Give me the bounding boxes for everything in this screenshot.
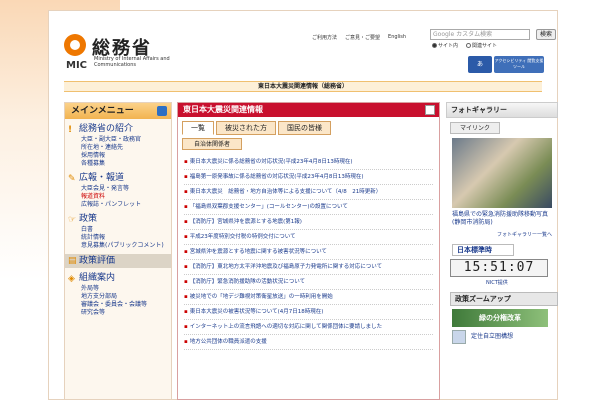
- list-item[interactable]: 東日本大震災 総務省・地方自治体等による支援について（4/8 21時更新）: [184, 185, 433, 200]
- feedback-link[interactable]: ご意見・ご要望: [345, 34, 380, 41]
- tab-public[interactable]: 国民の皆様: [278, 121, 331, 135]
- menu-link[interactable]: 白書: [79, 226, 171, 234]
- jst-header: 日本標準時: [452, 244, 514, 256]
- radio-on-icon: [432, 43, 437, 48]
- menu-section-organization: ◈ 組織案内 外局等 地方支分部局 審議会・委員会・会議等 研究会等: [65, 272, 171, 317]
- panel-tabs: 一覧 被災された方 国民の皆様: [182, 121, 435, 135]
- main-menu-header: メインメニュー: [65, 103, 171, 119]
- radio-site-label: サイト内: [438, 43, 459, 49]
- right-column: フォトギャラリー マイリンク 福島県での緊急消防援助隊移動写真(静岡市消防局) …: [446, 102, 558, 400]
- disaster-banner[interactable]: 東日本大震災関連情報（総務省）: [64, 81, 542, 92]
- list-item[interactable]: 東日本大震災に係る総務省の対応状況(平成23年4月8日13時現在): [184, 155, 433, 170]
- menu-link[interactable]: 採用情報: [79, 152, 171, 160]
- gallery-list-link[interactable]: フォトギャラリー一覧へ: [446, 231, 558, 238]
- main-menu-title: メインメニュー: [71, 106, 134, 116]
- text-size-button[interactable]: あ: [468, 56, 492, 73]
- menu-section-press: ✎ 広報・報道 大臣会見・発言等 報道資料 広報誌・パンフレット: [65, 172, 171, 209]
- menu-link[interactable]: 大臣・副大臣・政務官: [79, 136, 171, 144]
- menu-section-title[interactable]: 組織案内: [79, 272, 171, 285]
- list-item[interactable]: 【消防庁】緊急消防援助隊の活動状況について: [184, 275, 433, 290]
- menu-link[interactable]: 意見募集(パブリックコメント): [79, 242, 171, 250]
- menu-section-title[interactable]: 政策: [79, 213, 171, 226]
- pencil-icon: ✎: [68, 174, 76, 184]
- chart-icon: ▤: [68, 256, 77, 266]
- menu-link[interactable]: 研究会等: [79, 309, 171, 317]
- menu-section-title[interactable]: 広報・報道: [79, 172, 171, 185]
- policy-zoom-header: 政策ズームアップ: [450, 292, 558, 306]
- radio-related-label: 関連サイト: [472, 43, 498, 49]
- tab-all[interactable]: 一覧: [182, 121, 214, 135]
- tab-mylink[interactable]: マイリンク: [450, 122, 500, 134]
- logo-mic-text: MIC: [66, 60, 88, 71]
- list-item[interactable]: インターネット上の流言飛語への適切な対応に関して関係団体に要請しました: [184, 320, 433, 335]
- list-item[interactable]: 【消防庁】宮城県沖を震源とする地震(第1報): [184, 215, 433, 230]
- menu-link[interactable]: 審議会・委員会・会議等: [79, 301, 171, 309]
- menu-toggle-icon[interactable]: [157, 106, 167, 116]
- radio-related[interactable]: 関連サイト: [466, 42, 497, 49]
- menu-section-evaluation[interactable]: ▤ 政策評価: [65, 254, 171, 268]
- menu-link[interactable]: 報道資料: [79, 193, 171, 201]
- accessibility-button[interactable]: アクセシビリティ 閲覧支援ツール: [494, 56, 544, 73]
- menu-section-about: ! 総務省の紹介 大臣・副大臣・政務官 所在地・連絡先 採用情報 各種募集: [65, 123, 171, 168]
- disaster-info-panel: 東日本大震災関連情報 一覧 被災された方 国民の皆様 自治体関係者 東日本大震災…: [177, 102, 440, 400]
- top-links: ご利用方法 ご意見・ご要望 English: [312, 34, 406, 41]
- menu-link[interactable]: 広報誌・パンフレット: [79, 201, 171, 209]
- menu-link[interactable]: 各種募集: [79, 160, 171, 168]
- panel-title: 東日本大震災関連情報: [183, 105, 263, 114]
- radio-site[interactable]: サイト内: [432, 42, 458, 49]
- search-button[interactable]: 検索: [536, 29, 556, 40]
- photo-gallery-header: フォトギャラリー: [446, 102, 558, 118]
- list-item[interactable]: 平成23年度特別交付税の特例交付について: [184, 230, 433, 245]
- menu-section-title[interactable]: 総務省の紹介: [79, 123, 171, 136]
- list-item[interactable]: 宮城県沖を震源とする地震に関する被害状況等について: [184, 245, 433, 260]
- panel-header: 東日本大震災関連情報: [178, 103, 439, 117]
- zoom-thumbnail: [452, 330, 466, 344]
- english-link[interactable]: English: [388, 34, 406, 41]
- zoom-item[interactable]: 定住自立圏構想: [452, 330, 558, 344]
- menu-section-policy: ☞ 政策 白書 統計情報 意見募集(パブリックコメント): [65, 213, 171, 250]
- zoom-caption: 定住自立圏構想: [471, 333, 514, 340]
- menu-link[interactable]: 外局等: [79, 285, 171, 293]
- menu-link[interactable]: 統計情報: [79, 234, 171, 242]
- menu-section-title[interactable]: 政策評価: [79, 254, 171, 267]
- jst-clock: 15:51:07: [450, 259, 548, 277]
- organization-icon: ◈: [68, 274, 75, 284]
- radio-off-icon: [466, 43, 472, 48]
- list-item[interactable]: 被災地での「地デジ難視対策衛星放送」の一時利用を開始: [184, 290, 433, 305]
- page: 総務省 MIC Ministry of Internal Affairs and…: [0, 0, 610, 400]
- gallery-photo[interactable]: [452, 138, 552, 208]
- usage-link[interactable]: ご利用方法: [312, 34, 337, 41]
- menu-link[interactable]: 地方支分部局: [79, 293, 171, 301]
- hand-icon: ☞: [68, 215, 77, 225]
- menu-link[interactable]: 大臣会見・発言等: [79, 185, 171, 193]
- clock-provider[interactable]: NICT提供: [486, 279, 558, 286]
- main-menu: メインメニュー ! 総務省の紹介 大臣・副大臣・政務官 所在地・連絡先 採用情報…: [64, 102, 172, 400]
- menu-link[interactable]: 所在地・連絡先: [79, 144, 171, 152]
- rss-icon[interactable]: [425, 105, 435, 115]
- list-item[interactable]: 福島第一原発事故に係る総務省の対応状況(平成23年4月8日13時現在): [184, 170, 433, 185]
- search-input[interactable]: Google カスタム検索: [430, 29, 530, 40]
- exclamation-icon: !: [68, 125, 73, 135]
- list-item[interactable]: 【消防庁】東北地方太平洋沖地震及び福島原子力発電所に関する対応について: [184, 260, 433, 275]
- photo-caption[interactable]: 福島県での緊急消防援助隊移動写真(静岡市消防局): [452, 211, 548, 227]
- zoom-banner[interactable]: 緑の分権改革: [452, 309, 548, 327]
- search-scope: サイト内 関連サイト: [432, 42, 497, 49]
- list-item[interactable]: 地方公共団体の職員派遣の支援: [184, 335, 433, 350]
- logo-english-name: Ministry of Internal Affairs and Communi…: [94, 56, 170, 68]
- mic-logo-icon[interactable]: [64, 34, 86, 56]
- list-item[interactable]: 東日本大震災の被害状況等について(4月7日18時現在): [184, 305, 433, 320]
- news-list: 東日本大震災に係る総務省の対応状況(平成23年4月8日13時現在) 福島第一原発…: [184, 155, 433, 350]
- tab-municipalities[interactable]: 自治体関係者: [182, 138, 242, 150]
- list-item[interactable]: 「福島県双葉郡支援センター」(コールセンター)の設置について: [184, 200, 433, 215]
- tab-victims[interactable]: 被災された方: [216, 121, 276, 135]
